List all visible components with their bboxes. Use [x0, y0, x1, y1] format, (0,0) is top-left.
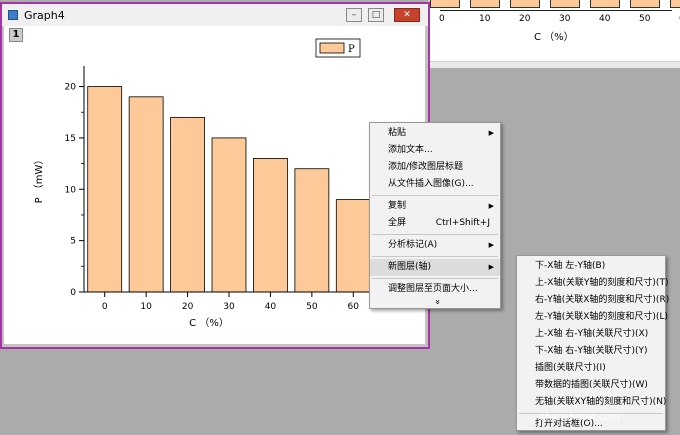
- new-layer-submenu[interactable]: 下-X轴 左-Y轴(B) 上-X轴(关联Y轴的刻度和尺寸)(T) 右-Y轴(关联X轴…: [516, 255, 669, 431]
- close-button[interactable]: ✕: [394, 8, 420, 22]
- legend-swatch: [319, 42, 345, 54]
- x-axis-label: C （%）: [189, 317, 229, 329]
- background-bar: [510, 0, 540, 8]
- chart-bar: [128, 96, 164, 293]
- submenu-item-label: 上-X轴(关联Y轴的刻度和尺寸)(T): [535, 278, 669, 288]
- context-menu-item[interactable]: 全屏 Ctrl+Shift+J: [370, 215, 500, 232]
- context-menu-item[interactable]: 复制 ▶: [370, 198, 500, 215]
- submenu-item[interactable]: 右-Y轴(关联X轴的刻度和尺寸)(R): [517, 292, 669, 309]
- chart-bar: [253, 158, 288, 293]
- context-menu-item-label: 添加/修改图层标题: [388, 162, 464, 172]
- background-tick-label: 10: [479, 14, 491, 24]
- submenu-item-label: 右-Y轴(关联X轴的刻度和尺寸)(R): [535, 295, 670, 305]
- submenu-arrow-icon: ▶: [488, 202, 494, 210]
- x-tick-label: 40: [265, 302, 277, 312]
- context-menu-item-label: 复制: [388, 201, 407, 211]
- submenu-item[interactable]: 下-X轴 右-Y轴(关联尺寸)(Y): [517, 343, 665, 360]
- menu-separator: [372, 234, 498, 235]
- submenu-item[interactable]: 带数据的插图(关联尺寸)(W): [517, 377, 665, 394]
- window-titlebar[interactable]: Graph4 – □ ✕: [2, 4, 428, 26]
- background-tick-label: 40: [599, 14, 611, 24]
- background-x-axis-label: C （%）: [534, 32, 574, 43]
- graph-window[interactable]: Graph4 – □ ✕ 1 0 5 10 15 20 0 10 20 30 40 50 60 C （%…: [0, 2, 430, 349]
- background-scroll-strip: [430, 62, 680, 68]
- x-tick-label: 60: [348, 302, 360, 312]
- x-tick-label: 10: [140, 302, 152, 312]
- minimize-button[interactable]: –: [346, 8, 362, 22]
- menu-separator: [372, 256, 498, 257]
- background-tick-label: 20: [519, 14, 531, 24]
- background-x-axis: [440, 10, 672, 11]
- submenu-item[interactable]: 无轴(关联XY轴的刻度和尺寸)(N): [517, 394, 667, 411]
- x-tick-label: 0: [102, 302, 108, 312]
- y-tick-label: 10: [65, 185, 77, 195]
- background-graph-window: C （%） 0102030405060: [428, 0, 680, 62]
- context-menu-item-label: 新图层(轴): [388, 262, 432, 272]
- chart-bar: [87, 86, 123, 293]
- context-menu-item-label: 粘贴: [388, 128, 407, 138]
- submenu-item-label: 无轴(关联XY轴的刻度和尺寸)(N): [535, 397, 667, 407]
- window-title: Graph4: [24, 9, 65, 22]
- context-menu-item-label: 从文件插入图像(G)...: [388, 179, 474, 189]
- submenu-item-label: 左-Y轴(关联X轴的刻度和尺寸)(L): [535, 312, 668, 322]
- background-bar: [630, 0, 660, 8]
- submenu-item-label: 下-X轴 右-Y轴(关联尺寸)(Y): [535, 346, 648, 356]
- submenu-item[interactable]: 下-X轴 左-Y轴(B): [517, 258, 665, 275]
- background-bar: [430, 0, 460, 8]
- context-menu-item-label: 全屏: [388, 218, 407, 228]
- x-tick-label: 50: [306, 302, 318, 312]
- submenu-item[interactable]: 上-X轴 右-Y轴(关联尺寸)(X): [517, 326, 665, 343]
- background-tick-label: 50: [639, 14, 651, 24]
- graph-window-icon: [8, 10, 18, 20]
- context-menu-item[interactable]: 从文件插入图像(G)...: [370, 176, 500, 193]
- graph-page[interactable]: 1 0 5 10 15 20 0 10 20 30 40 50 60 C （%） P （mW） P: [4, 26, 425, 344]
- x-tick-label: 30: [223, 302, 235, 312]
- submenu-arrow-icon: ▶: [488, 263, 494, 271]
- menu-separator: [372, 278, 498, 279]
- watermark-text: zhanshaoyi.com: [540, 411, 620, 423]
- submenu-item-label: 带数据的插图(关联尺寸)(W): [535, 380, 648, 390]
- context-menu-item[interactable]: 调整图层至页面大小...: [370, 281, 500, 298]
- chart-bar: [294, 168, 330, 293]
- legend-label: P: [348, 44, 355, 55]
- background-tick-label: 30: [559, 14, 571, 24]
- chart-bar: [211, 137, 247, 293]
- submenu-item[interactable]: 左-Y轴(关联X轴的刻度和尺寸)(L): [517, 309, 668, 326]
- submenu-arrow-icon: ▶: [488, 129, 494, 137]
- y-tick-label: 20: [65, 83, 77, 93]
- menu-shortcut: Ctrl+Shift+J: [435, 218, 490, 228]
- context-menu-item[interactable]: 新图层(轴) ▶: [370, 259, 500, 276]
- context-menu-item-label: 分析标记(A): [388, 240, 438, 250]
- x-tick-label: 20: [182, 302, 194, 312]
- y-tick-label: 0: [70, 288, 76, 298]
- background-bar: [670, 0, 680, 8]
- maximize-button[interactable]: □: [368, 8, 384, 22]
- submenu-item-label: 下-X轴 左-Y轴(B): [535, 261, 606, 271]
- background-tick-label: 0: [439, 14, 445, 24]
- y-tick-label: 5: [70, 237, 76, 247]
- context-menu-item[interactable]: 添加文本...: [370, 142, 500, 159]
- context-menu-item[interactable]: 分析标记(A) ▶: [370, 237, 500, 254]
- submenu-item-label: 插图(关联尺寸)(I): [535, 363, 606, 373]
- submenu-item-label: 上-X轴 右-Y轴(关联尺寸)(X): [535, 329, 649, 339]
- background-bar: [470, 0, 500, 8]
- context-menu-item[interactable]: 粘贴 ▶: [370, 125, 500, 142]
- y-axis-label: P （mW）: [33, 155, 45, 204]
- submenu-item[interactable]: 插图(关联尺寸)(I): [517, 360, 665, 377]
- menu-separator: [372, 195, 498, 196]
- context-menu-item-label: 添加文本...: [388, 145, 433, 155]
- chart-bar: [335, 199, 371, 293]
- submenu-arrow-icon: ▶: [488, 241, 494, 249]
- context-menu-item[interactable]: 添加/修改图层标题: [370, 159, 500, 176]
- submenu-item[interactable]: 上-X轴(关联Y轴的刻度和尺寸)(T): [517, 275, 669, 292]
- background-bar: [590, 0, 620, 8]
- context-menu[interactable]: 粘贴 ▶ 添加文本... 添加/修改图层标题 从文件插入图像(G)... 复制 ▶ 全屏 Ctr…: [369, 122, 501, 309]
- y-tick-label: 15: [65, 134, 76, 144]
- bar-chart[interactable]: 0 5 10 15 20 0 10 20 30 40 50 60 C （%） P （mW） P: [4, 26, 425, 344]
- background-bar: [550, 0, 580, 8]
- chart-bar: [170, 116, 205, 293]
- expand-menu-icon[interactable]: »: [432, 297, 442, 307]
- context-menu-item-label: 调整图层至页面大小...: [388, 284, 478, 294]
